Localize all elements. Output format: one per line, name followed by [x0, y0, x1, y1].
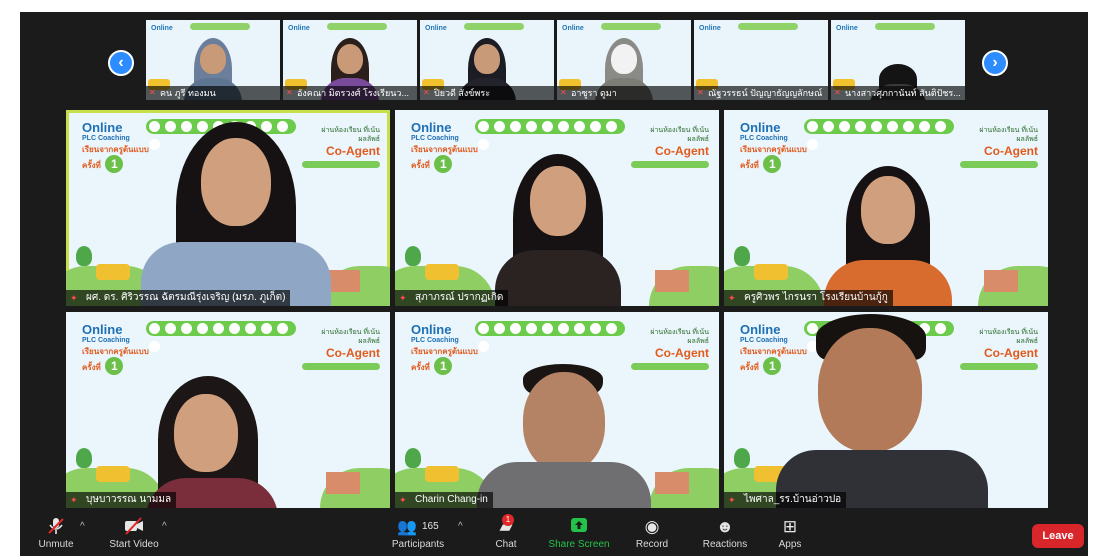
participant-name: ณัฐวรรธน์ ปัญญาธัญญลักษณ์: [708, 88, 823, 98]
thumbnail-tile[interactable]: Online ✕ ปิยวดี สังข์พระ: [420, 20, 554, 100]
mic-off-icon: ✕: [286, 88, 293, 97]
mic-off-icon: ✕: [697, 88, 704, 97]
background-title: Online PLC Coaching เรียนจากครูต้นแบบ คร…: [82, 120, 149, 173]
thumbnail-tile[interactable]: Online ✕ ณัฐวรรธน์ ปัญญาธัญญลักษณ์: [694, 20, 828, 100]
logo-bar: [146, 321, 296, 352]
participant-count: 165: [421, 521, 439, 532]
mic-off-icon: ✕: [560, 88, 567, 97]
unmute-button[interactable]: Unmute: [30, 516, 82, 550]
background-title: Online PLC Coaching เรียนจากครูต้นแบบ คร…: [411, 322, 478, 375]
video-off-icon: [106, 516, 162, 538]
pin-icon: ✦: [70, 495, 78, 505]
thumbnail-tile[interactable]: Online ✕ นางสาวศุภกานันท์ สันติปัชร...: [831, 20, 965, 100]
participant-name: อาซูรา ดูมา: [571, 88, 617, 98]
pin-icon: ✦: [728, 293, 736, 303]
participant-name: อังคณา มิตรวงศ์ โรงเรียนว...: [297, 88, 409, 98]
thumbnail-strip: ‹ Online ✕ คน ภูรี ทองมน Online ✕ อังคณา ม…: [20, 12, 1088, 104]
participant-name: คน ภูรี ทองมน: [160, 88, 216, 98]
start-video-button[interactable]: Start Video: [106, 516, 162, 550]
record-button[interactable]: ◉ Record: [632, 516, 672, 550]
chevron-up-icon[interactable]: ^: [80, 521, 85, 532]
logo-bar: [475, 119, 625, 150]
participant-name: ครูศิวพร ไกรนรา โรงเรียนบ้านกู้กู: [744, 292, 888, 303]
pin-icon: ✦: [399, 495, 407, 505]
record-icon: ◉: [644, 517, 660, 536]
chevron-right-icon[interactable]: ›: [982, 50, 1008, 76]
background-caption: ผ่านห้องเรียน ที่เน้นผลลัพธ์ Co-Agent: [960, 126, 1038, 168]
mic-off-icon: ✕: [149, 88, 156, 97]
zoom-meeting-window: ‹ Online ✕ คน ภูรี ทองมน Online ✕ อังคณา ม…: [20, 12, 1088, 556]
apps-icon: ⊞: [782, 517, 798, 536]
video-tile[interactable]: Online PLC Coaching เรียนจากครูต้นแบบ คร…: [724, 110, 1048, 306]
mic-off-icon: ✕: [423, 88, 430, 97]
participant-name: บุษบาวรรณ นามมล: [86, 494, 172, 505]
share-screen-icon: [546, 516, 612, 538]
participant-name: นางสาวศุภกานันท์ สันติปัชร...: [845, 88, 961, 98]
participants-button[interactable]: 👥 165 Participants: [388, 516, 448, 550]
apps-button[interactable]: ⊞ Apps: [772, 516, 808, 550]
chevron-left-icon[interactable]: ‹: [108, 50, 134, 76]
video-tile[interactable]: Online PLC Coaching เรียนจากครูต้นแบบ คร…: [66, 312, 390, 508]
participant-name: ไพศาล_รร.บ้านอ่าวปอ: [744, 494, 842, 505]
video-tile[interactable]: Online PLC Coaching เรียนจากครูต้นแบบ คร…: [395, 110, 719, 306]
background-caption: ผ่านห้องเรียน ที่เน้นผลลัพธ์ Co-Agent: [631, 126, 709, 168]
thumbnail-tile[interactable]: Online ✕ อังคณา มิตรวงศ์ โรงเรียนว...: [283, 20, 417, 100]
background-title: Online PLC Coaching เรียนจากครูต้นแบบ คร…: [740, 120, 807, 173]
meeting-toolbar: Unmute ^ Start Video ^ 👥 165 Participant…: [20, 512, 1088, 556]
background-caption: ผ่านห้องเรียน ที่เน้นผลลัพธ์ Co-Agent: [960, 328, 1038, 370]
share-screen-button[interactable]: Share Screen: [546, 516, 612, 550]
video-tile[interactable]: Online PLC Coaching เรียนจากครูต้นแบบ คร…: [395, 312, 719, 508]
background-caption: ผ่านห้องเรียน ที่เน้นผลลัพธ์ Co-Agent: [302, 126, 380, 168]
video-tile-active-speaker[interactable]: Online PLC Coaching เรียนจากครูต้นแบบ คร…: [66, 110, 390, 306]
mic-off-icon: ✕: [834, 88, 841, 97]
thumbnail-tile[interactable]: Online ✕ อาซูรา ดูมา: [557, 20, 691, 100]
logo-bar: [804, 119, 954, 150]
chat-icon: ▰ 1: [499, 514, 514, 536]
pin-icon: ✦: [399, 293, 407, 303]
thumbnail-tile[interactable]: Online ✕ คน ภูรี ทองมน: [146, 20, 280, 100]
chevron-up-icon[interactable]: ^: [162, 521, 167, 532]
microphone-muted-icon: [30, 516, 82, 538]
background-title: Online PLC Coaching เรียนจากครูต้นแบบ คร…: [740, 322, 807, 375]
participant-name: สุภาภรณ์ ปรากฏเกิด: [415, 292, 504, 303]
chat-button[interactable]: ▰ 1 Chat: [488, 514, 524, 550]
participant-name: Charin Chang-in: [415, 494, 488, 505]
background-caption: ผ่านห้องเรียน ที่เน้นผลลัพธ์ Co-Agent: [302, 328, 380, 370]
video-tile[interactable]: Online PLC Coaching เรียนจากครูต้นแบบ คร…: [724, 312, 1048, 508]
reactions-button[interactable]: ☻ Reactions: [698, 516, 752, 550]
background-title: Online PLC Coaching เรียนจากครูต้นแบบ คร…: [82, 322, 149, 375]
pin-icon: ✦: [728, 495, 736, 505]
chat-badge: 1: [502, 514, 514, 526]
participant-name: ปิยวดี สังข์พระ: [434, 88, 491, 98]
participants-icon: 👥: [397, 519, 418, 536]
background-title: Online PLC Coaching เรียนจากครูต้นแบบ คร…: [411, 120, 478, 173]
participant-name: ผศ. ดร. ศิริวรรณ ฉัตรมณีรุ่งเจริญ (มรภ. …: [86, 292, 286, 303]
reactions-icon: ☻: [716, 517, 734, 536]
background-caption: ผ่านห้องเรียน ที่เน้นผลลัพธ์ Co-Agent: [631, 328, 709, 370]
leave-button[interactable]: Leave: [1032, 524, 1084, 548]
logo-bar: [475, 321, 625, 352]
pin-icon: ✦: [70, 293, 78, 303]
chevron-up-icon[interactable]: ^: [458, 521, 463, 532]
